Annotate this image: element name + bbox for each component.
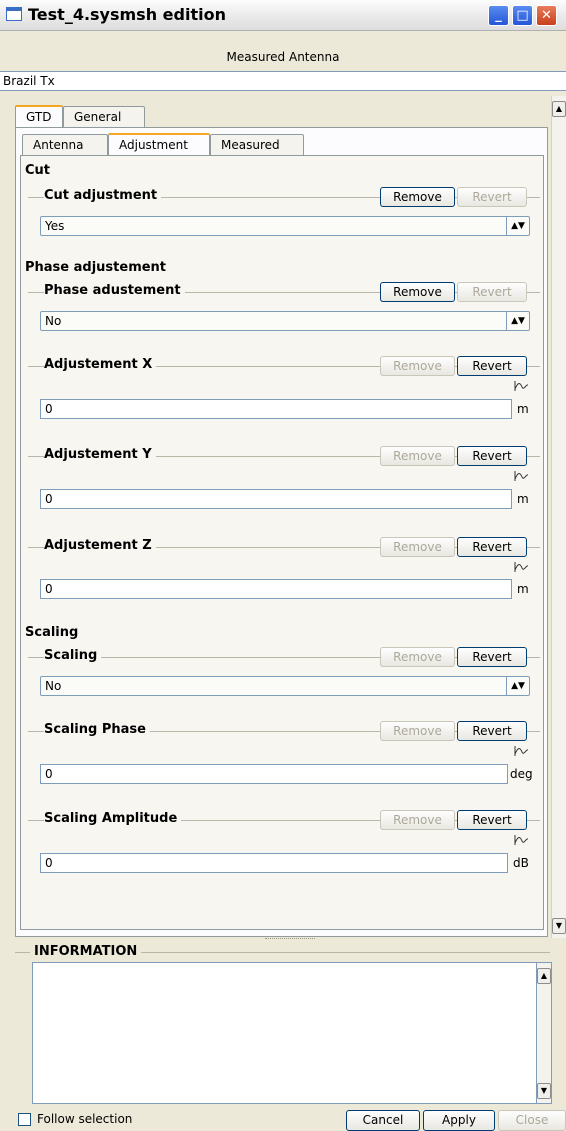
window-icon [6, 7, 22, 21]
tab-adjustment[interactable]: Adjustment [108, 133, 210, 157]
scaling-amplitude-revert-button[interactable]: Revert [457, 810, 527, 830]
tab-general[interactable]: General [63, 106, 145, 128]
info-scroll-down-button[interactable]: ▼ [537, 1083, 551, 1099]
adj-z-remove-button[interactable]: Remove [380, 537, 455, 557]
scaling-phase-input[interactable]: 0 [40, 764, 508, 784]
adjustement-y-title: Adjustement Y [44, 447, 156, 462]
maximize-button[interactable]: □ [512, 5, 533, 26]
scroll-down-button[interactable]: ▼ [552, 918, 566, 934]
cut-adjustment-value: Yes [45, 219, 65, 233]
curve-icon[interactable] [513, 561, 529, 573]
scaling-amplitude-title: Scaling Amplitude [44, 811, 182, 826]
adjustement-z-title: Adjustement Z [44, 538, 156, 553]
section-cut: Cut [25, 163, 51, 178]
scroll-up-button[interactable]: ▲ [552, 101, 566, 117]
cancel-button[interactable]: Cancel [346, 1110, 420, 1131]
scaling-phase-revert-button[interactable]: Revert [457, 721, 527, 741]
phase-adjustement-value: No [45, 314, 62, 328]
cut-revert-button[interactable]: Revert [457, 187, 527, 207]
curve-icon[interactable] [513, 380, 529, 392]
splitter-handle[interactable] [265, 938, 315, 942]
adjustement-y-unit: m [517, 492, 529, 506]
adj-x-revert-button[interactable]: Revert [457, 356, 527, 376]
title-bar: Test_4.sysmsh edition _ □ ✕ [0, 0, 566, 31]
scaling-amplitude-unit: dB [513, 856, 529, 870]
follow-selection-checkbox[interactable] [18, 1113, 31, 1126]
information-text-area[interactable] [32, 962, 552, 1104]
adj-y-remove-button[interactable]: Remove [380, 446, 455, 466]
apply-button[interactable]: Apply [423, 1110, 495, 1131]
adj-z-revert-button[interactable]: Revert [457, 537, 527, 557]
adjustement-x-input[interactable]: 0 [40, 399, 512, 419]
tab-measured[interactable]: Measured [210, 134, 304, 156]
adjustement-x-unit: m [517, 402, 529, 416]
cut-adjustment-select[interactable]: Yes ▲▼ [40, 216, 530, 236]
minimize-button[interactable]: _ [488, 5, 509, 26]
curve-icon[interactable] [513, 834, 529, 846]
window-title: Test_4.sysmsh edition [28, 5, 226, 24]
phase-remove-button[interactable]: Remove [380, 282, 455, 302]
scaling-amplitude-input[interactable]: 0 [40, 853, 508, 873]
close-button[interactable]: Close [498, 1110, 566, 1131]
scaling-amplitude-remove-button[interactable]: Remove [380, 810, 455, 830]
subtitle: Measured Antenna [0, 50, 566, 64]
info-scroll-up-button[interactable]: ▲ [537, 968, 551, 984]
main-scrollbar[interactable]: ▲ ▼ [551, 96, 566, 938]
scaling-value: No [45, 679, 62, 693]
updown-arrow-icon: ▲▼ [506, 217, 529, 235]
scaling-select[interactable]: No ▲▼ [40, 676, 530, 696]
cut-adjustment-title: Cut adjustment [44, 188, 162, 203]
section-phase: Phase adjustement [25, 260, 167, 275]
scaling-phase-unit: deg [510, 767, 533, 781]
minimize-icon: _ [495, 8, 502, 23]
tab-antenna[interactable]: Antenna [22, 134, 108, 156]
scaling-revert-button[interactable]: Revert [457, 647, 527, 667]
adjustement-z-unit: m [517, 582, 529, 596]
updown-arrow-icon: ▲▼ [506, 677, 529, 695]
follow-selection-label: Follow selection [37, 1112, 133, 1126]
phase-adjustement-title: Phase adustement [44, 283, 185, 298]
curve-icon[interactable] [513, 470, 529, 482]
adjustement-y-input[interactable]: 0 [40, 489, 512, 509]
adjustement-z-input[interactable]: 0 [40, 579, 512, 599]
information-title: INFORMATION [30, 944, 142, 959]
scaling-title: Scaling [44, 648, 102, 663]
scaling-phase-title: Scaling Phase [44, 722, 150, 737]
close-window-button[interactable]: ✕ [536, 5, 557, 26]
name-field[interactable]: Brazil Tx [0, 71, 566, 91]
tab-gtd[interactable]: GTD [15, 105, 63, 129]
adj-x-remove-button[interactable]: Remove [380, 356, 455, 376]
curve-icon[interactable] [513, 745, 529, 757]
scaling-phase-remove-button[interactable]: Remove [380, 721, 455, 741]
close-icon: ✕ [541, 8, 552, 23]
updown-arrow-icon: ▲▼ [506, 312, 529, 330]
info-scrollbar[interactable]: ▲ ▼ [536, 962, 552, 1104]
maximize-icon: □ [516, 8, 529, 23]
phase-adjustement-select[interactable]: No ▲▼ [40, 311, 530, 331]
phase-revert-button[interactable]: Revert [457, 282, 527, 302]
cut-remove-button[interactable]: Remove [380, 187, 455, 207]
section-scaling: Scaling [25, 625, 79, 640]
subtitle-text: Measured Antenna [226, 50, 340, 64]
adjustement-x-title: Adjustement X [44, 357, 157, 372]
scaling-remove-button[interactable]: Remove [380, 647, 455, 667]
adj-y-revert-button[interactable]: Revert [457, 446, 527, 466]
